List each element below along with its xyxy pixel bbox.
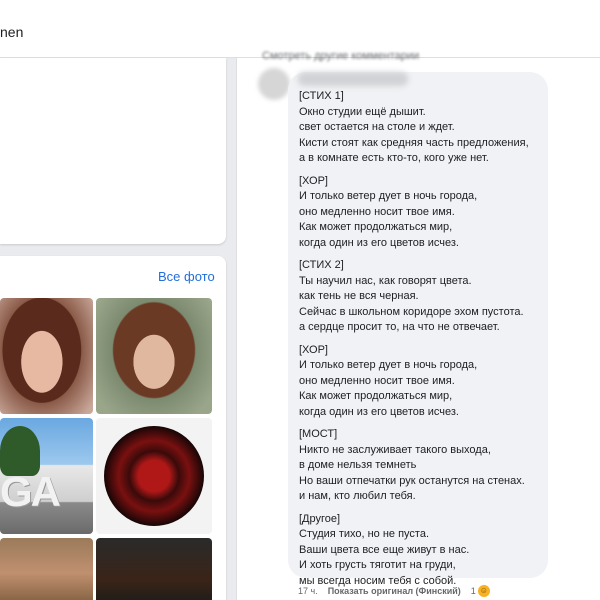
stanza-line: и нам, кто любил тебя. [299, 490, 416, 502]
commenter-avatar[interactable] [258, 68, 290, 100]
photo-thumbnail[interactable] [96, 418, 212, 534]
comment-stanza: [СТИХ 1] Окно студии ещё дышит. свет остае… [299, 89, 544, 167]
all-photos-link[interactable]: Все фото [158, 269, 215, 284]
stanza-heading: [СТИХ 1] [299, 90, 344, 102]
comment-stanza: [Другое] Студия тихо, но не пуста. Ваши цв… [299, 512, 544, 590]
photo-sign-letters: GA [0, 468, 61, 515]
stanza-heading: [СТИХ 2] [299, 259, 344, 271]
stanza-heading: [ХОР] [299, 174, 328, 187]
profile-name[interactable]: nen [0, 24, 23, 40]
photo-thumbnail[interactable] [96, 298, 212, 414]
comments-panel: Смотреть другие комментарии [СТИХ 1] Окно… [236, 50, 600, 600]
comment-meta: 17 ч. Показать оригинал (Финский) 1 ☺ [298, 585, 490, 597]
comment-bubble: [СТИХ 1] Окно студии ещё дышит. свет остае… [288, 72, 548, 587]
stanza-line: И только ветер дует в ночь города, [299, 190, 478, 202]
stanza-line: Как может продолжаться мир, [299, 221, 453, 233]
comment-stanza: [ХОР] И только ветер дует в ночь города, о… [299, 174, 544, 252]
stanza-heading: [МОСТ] [299, 428, 338, 440]
reaction-count: 1 [470, 586, 476, 596]
stanza-line: Кисти стоят как средняя часть предложени… [299, 136, 529, 149]
stanza-line: Окно студии ещё дышит. [299, 105, 426, 118]
photo-thumbnail[interactable] [0, 298, 93, 414]
stanza-line: когда один из его цветов исчез. [299, 405, 459, 418]
stanza-line: Ваши цвета все еще живут в нас. [299, 543, 470, 556]
stanza-line: как тень не вся черная. [299, 290, 419, 302]
photo-thumbnail[interactable] [0, 538, 93, 600]
stanza-line: а сердце просит то, на что не отвечает. [299, 321, 500, 333]
more-comments-link[interactable]: Смотреть другие комментарии [262, 50, 419, 62]
stanza-line: И только ветер дует в ночь города, [299, 359, 478, 371]
show-original-link[interactable]: Показать оригинал (Финский) [328, 586, 461, 596]
photo-circle-art [104, 426, 204, 526]
stanza-line: свет остается на столе и ждет. [299, 121, 455, 133]
comment-time[interactable]: 17 ч. [298, 586, 318, 596]
stanza-line: оно медленно носит твое имя. [299, 205, 455, 218]
photo-thumbnail[interactable] [96, 538, 212, 600]
stanza-line: когда один из его цветов исчез. [299, 236, 459, 249]
photos-card: Все фото GA [0, 256, 226, 600]
photo-thumbnail[interactable]: GA [0, 418, 93, 534]
comment-text: [СТИХ 1] Окно студии ещё дышит. свет остае… [299, 89, 544, 596]
stanza-heading: [Другое] [299, 512, 341, 525]
stanza-line: Но ваши отпечатки рук останутся на стена… [299, 474, 525, 487]
intro-card [0, 58, 226, 244]
stanza-line: Сейчас в школьном коридоре эхом пустота. [299, 305, 524, 318]
stanza-heading: [ХОР] [299, 343, 328, 356]
column-divider [236, 58, 237, 600]
comment-stanza: [МОСТ] Никто не заслуживает такого выхода… [299, 427, 544, 505]
stanza-line: а в комнате есть кто-то, кого уже нет. [299, 152, 489, 164]
stanza-line: Никто не заслуживает такого выхода, [299, 443, 491, 456]
commenter-name-blurred[interactable] [298, 72, 408, 86]
reaction-summary[interactable]: 1 ☺ [471, 585, 490, 597]
stanza-line: Как может продолжаться мир, [299, 390, 453, 402]
stanza-line: в доме нельзя темнеть [299, 459, 417, 471]
care-reaction-icon: ☺ [477, 585, 490, 597]
stanza-line: Ты научил нас, как говорят цвета. [299, 274, 472, 287]
stanza-line: Студия тихо, но не пуста. [299, 528, 430, 540]
comment-stanza: [СТИХ 2] Ты научил нас, как говорят цвета… [299, 258, 544, 336]
comment-stanza: [ХОР] И только ветер дует в ночь города, о… [299, 343, 544, 421]
stanza-line: И хоть грусть тяготит на груди, [299, 559, 456, 571]
stanza-line: оно медленно носит твое имя. [299, 374, 455, 387]
